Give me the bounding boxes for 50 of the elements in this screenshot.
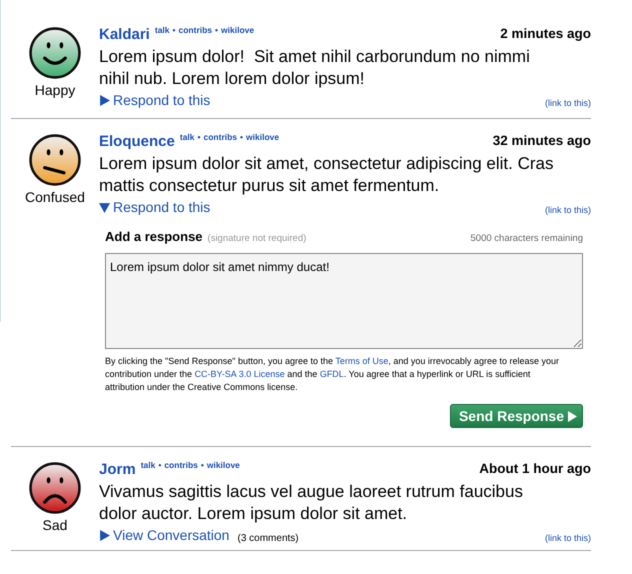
mood-label: Sad [42, 517, 68, 533]
mood-label: Happy [34, 82, 76, 98]
form-title: Add a response [105, 229, 203, 244]
separator: • [215, 25, 218, 35]
timestamp: About 1 hour ago [479, 461, 591, 476]
separator: • [158, 460, 162, 470]
user-link[interactable]: contribs [178, 25, 212, 35]
mood-label: Confused [25, 189, 85, 205]
user-link[interactable]: wikilove [206, 460, 240, 470]
permalink[interactable]: (link to this) [544, 532, 591, 542]
happy-face-icon [28, 26, 82, 80]
user-link[interactable]: contribs [204, 132, 238, 142]
terms-text: By clicking the "Send Response" button, you agree to the Terms of Use, and you irrevocably agree to release your contribution under the CC-BY-SA 3.0 License and the GFDL. You agree that a hyperlink or URL is sufficient attribution under the Creative Commons license. [105, 355, 560, 394]
separator: • [240, 132, 244, 142]
timestamp: 32 minutes ago [492, 133, 591, 148]
send-button[interactable]: Send Response [450, 404, 583, 428]
action-link[interactable]: View Conversation [99, 527, 230, 543]
separator: • [200, 460, 204, 470]
sad-face-icon [28, 461, 82, 515]
user-link[interactable]: talk [140, 460, 156, 470]
character-counter: 5000 characters remaining [470, 233, 583, 244]
author-link[interactable]: Kaldari [99, 26, 150, 43]
user-link[interactable]: wikilove [246, 132, 280, 142]
confused-face-icon [28, 133, 82, 187]
permalink[interactable]: (link to this) [544, 98, 591, 108]
terms-link[interactable]: GFDL [320, 369, 344, 379]
user-link[interactable]: talk [154, 25, 170, 35]
terms-link[interactable]: Terms of Use [335, 356, 388, 366]
user-link[interactable]: talk [180, 132, 195, 142]
comment-text: Vivamus sagittis lacus vel augue laoreet rutrum faucibus dolor auctor. Lorem ipsum dolor sit amet. [99, 481, 524, 525]
action-link[interactable]: Respond to this [99, 199, 210, 215]
comment-text: Lorem ipsum dolor sit amet, consectetur adipiscing elit. Cras mattis consectetur purus sit amet fermentum. [99, 153, 554, 197]
user-link[interactable]: wikilove [221, 25, 254, 35]
timestamp: 2 minutes ago [500, 26, 591, 41]
right-triangle-icon [567, 410, 577, 422]
down-triangle-icon [99, 202, 110, 212]
form-hint: (signature not required) [208, 233, 306, 244]
comment-count: (3 comments) [237, 532, 299, 544]
right-triangle-icon [99, 94, 110, 106]
response-field[interactable]: Lorem ipsum dolor sit amet nimmy ducat! [105, 253, 583, 349]
author-link[interactable]: Jorm [99, 461, 136, 478]
author-link[interactable]: Eloquence [99, 133, 175, 150]
action-link[interactable]: Respond to this [99, 92, 210, 108]
permalink[interactable]: (link to this) [544, 204, 591, 214]
right-triangle-icon [99, 530, 110, 540]
user-link[interactable]: contribs [164, 460, 198, 470]
separator: • [198, 132, 200, 142]
separator: • [172, 25, 176, 35]
comment-text: Lorem ipsum dolor! Sit amet nihil carborundum no nimmi nihil nub. Lorem lorem dolor ipsum! [99, 46, 531, 90]
terms-link[interactable]: CC-BY-SA 3.0 License [194, 369, 285, 379]
